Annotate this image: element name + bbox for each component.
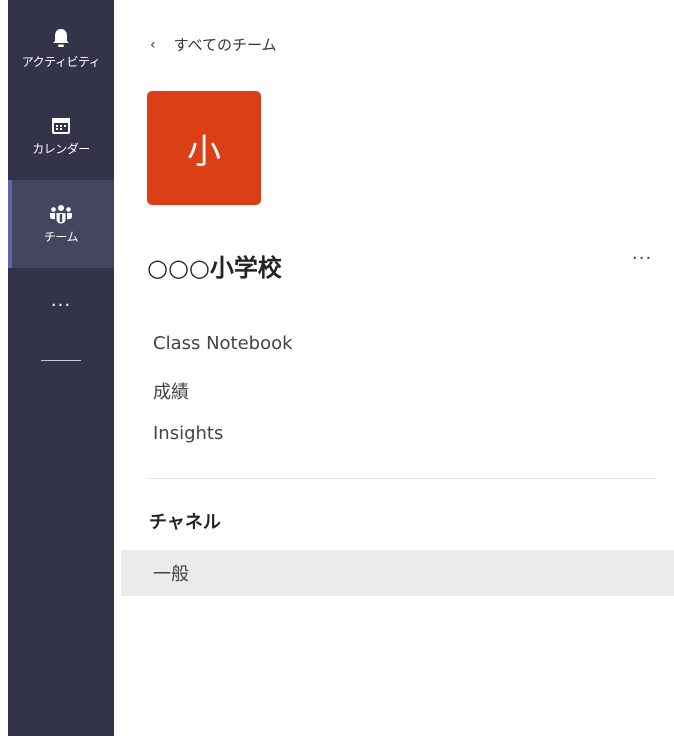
app-rail: アクティビティ カレンダー チーム ··· — [8, 0, 114, 736]
rail-item-label: チーム — [43, 229, 79, 244]
rail-item-activity[interactable]: アクティビティ — [8, 4, 114, 92]
back-to-all-teams-link[interactable]: ‹ すべてのチーム — [150, 34, 277, 55]
app-link-grades[interactable]: 成績 — [153, 378, 189, 404]
bell-icon — [51, 27, 71, 49]
channel-label: 一般 — [153, 564, 189, 585]
teams-window: アクティビティ カレンダー チーム ··· ‹ すべてのチーム 小 ○○○小学校… — [0, 0, 674, 736]
app-link-insights[interactable]: Insights — [153, 423, 223, 444]
app-link-class-notebook[interactable]: Class Notebook — [153, 333, 293, 354]
rail-item-calendar[interactable]: カレンダー — [8, 92, 114, 180]
divider — [147, 478, 657, 479]
calendar-icon — [51, 116, 71, 136]
back-label: すべてのチーム — [173, 36, 277, 54]
rail-item-label: カレンダー — [32, 141, 90, 156]
rail-more-icon[interactable]: ··· — [8, 296, 114, 316]
channels-section-title: チャネル — [149, 512, 221, 533]
team-avatar: 小 — [147, 91, 261, 205]
channel-item-general[interactable]: 一般 — [121, 550, 674, 596]
team-name: ○○○小学校 — [147, 254, 282, 282]
team-panel: ‹ すべてのチーム 小 ○○○小学校 ··· Class Notebook 成績… — [114, 0, 674, 736]
rail-item-teams[interactable]: チーム — [8, 180, 114, 268]
teams-icon — [49, 204, 73, 224]
team-more-options-icon[interactable]: ··· — [632, 248, 652, 269]
rail-item-label: アクティビティ — [21, 54, 101, 69]
team-avatar-text: 小 — [187, 131, 221, 172]
rail-divider — [41, 360, 81, 361]
chevron-left-icon: ‹ — [150, 36, 156, 53]
